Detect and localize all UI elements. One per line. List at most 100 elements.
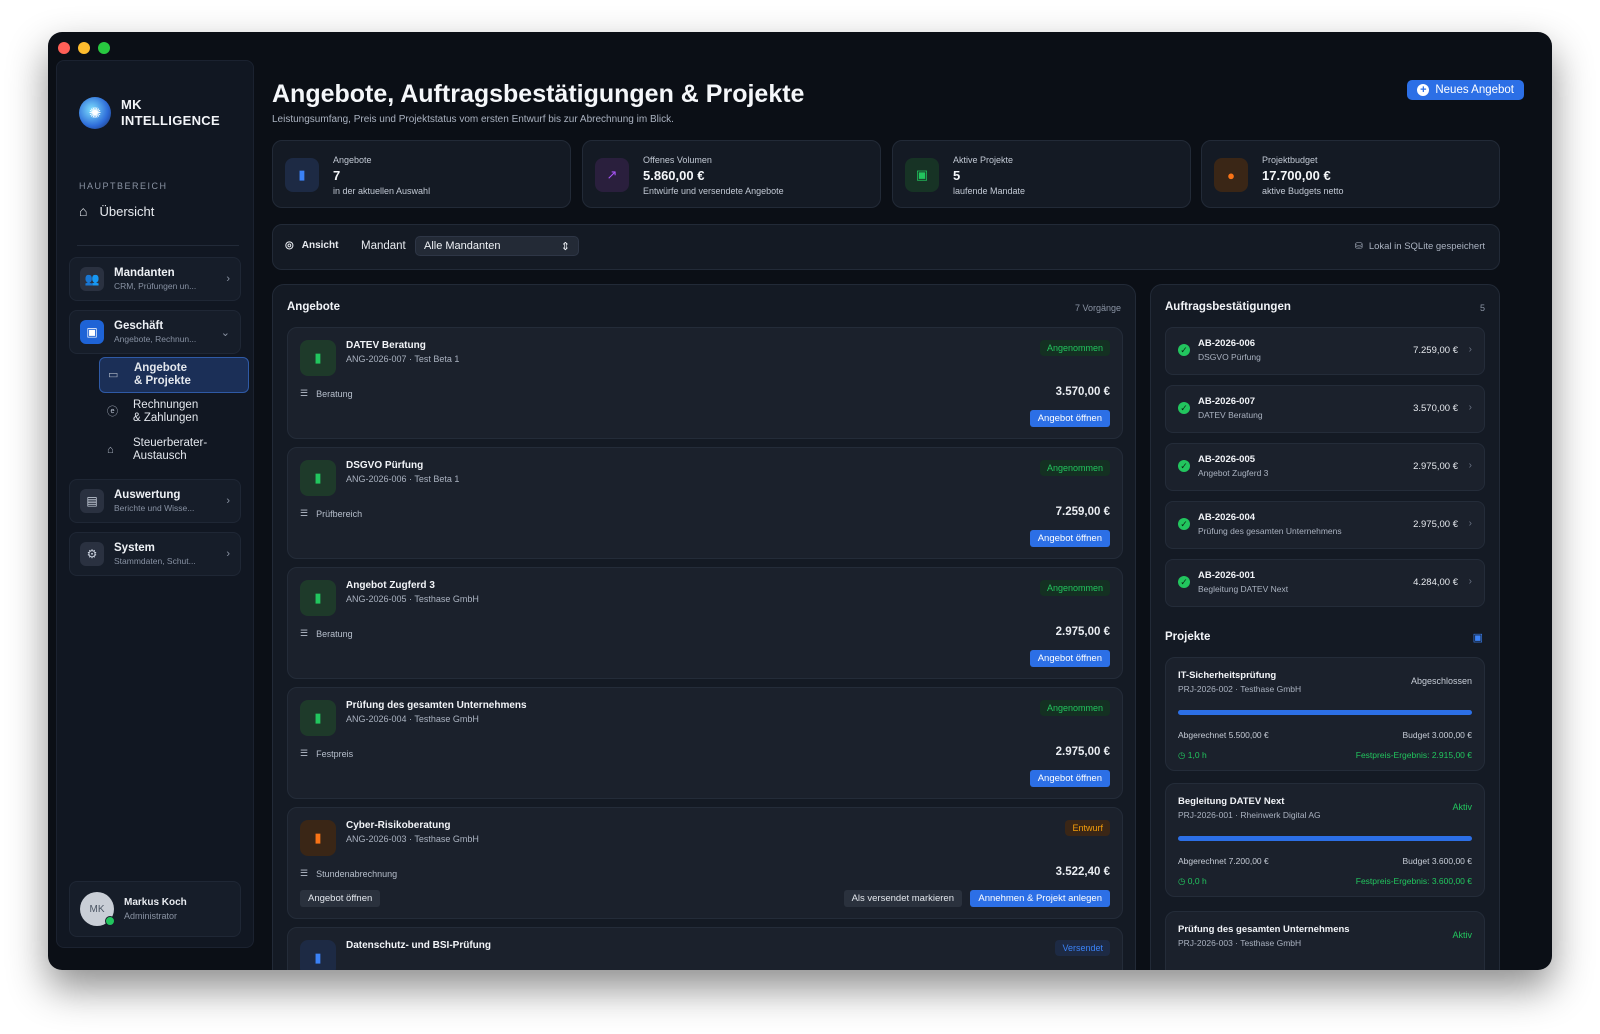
offer-card: ▮ DSGVO Pürfung ANG-2026-006 · Test Beta… [287, 447, 1123, 559]
chevron-right-icon: › [226, 495, 230, 507]
euro-circle-icon: ⓔ [107, 405, 118, 418]
filter-bar: ◎ Ansicht Mandant Alle Mandanten ⇕ ⛁ Lok… [272, 224, 1500, 270]
open-offer-button[interactable]: Angebot öffnen [1029, 650, 1110, 667]
briefcase-icon: ▣ [905, 158, 939, 192]
project-card[interactable]: Prüfung des gesamten Unternehmens PRJ-20… [1165, 911, 1485, 970]
view-toggle[interactable]: ◎ Ansicht [285, 240, 338, 251]
group-title: Geschäft [114, 320, 164, 332]
group-title: Mandanten [114, 267, 175, 279]
stat-card-project-budget: ● Projektbudget 17.700,00 € aktive Budge… [1201, 140, 1500, 208]
eye-icon: ◎ [285, 240, 294, 251]
status-badge: Angenommen [1039, 460, 1110, 476]
client-label: Mandant [361, 240, 406, 252]
open-offer-button[interactable]: Angebot öffnen [1029, 410, 1110, 427]
chevron-right-icon: › [1468, 576, 1472, 587]
sidebar-item-overview[interactable]: ⌂ Übersicht [79, 203, 154, 219]
user-role: Administrator [124, 911, 178, 921]
open-offer-button[interactable]: Angebot öffnen [1029, 530, 1110, 547]
sidebar-group-system[interactable]: ⚙ System Stammdaten, Schut... › [69, 532, 241, 576]
status-badge: Entwurf [1065, 820, 1110, 836]
clock-icon: ◷ [1178, 750, 1186, 760]
confirmation-row[interactable]: ✓ AB-2026-005 Angebot Zugferd 3 2.975,00… [1165, 443, 1485, 491]
document-icon: ▮ [300, 700, 336, 736]
document-icon: ▮ [300, 580, 336, 616]
status-badge: Aktiv [1452, 802, 1472, 812]
list-icon: ☰ [300, 868, 309, 878]
list-icon: ☰ [300, 508, 309, 518]
mark-sent-button[interactable]: Als versendet markieren [843, 890, 962, 907]
chart-icon: ↗ [595, 158, 629, 192]
document-icon: ▮ [300, 340, 336, 376]
offer-amount: 3.522,40 € [1055, 866, 1110, 878]
confirmation-row[interactable]: ✓ AB-2026-004 Prüfung des gesamten Unter… [1165, 501, 1485, 549]
offer-amount: 2.975,00 € [1055, 626, 1110, 638]
sidebar-subitem-rechnungen[interactable]: ⓔ Rechnungen & Zahlungen [99, 399, 247, 425]
chevron-right-icon: › [226, 273, 230, 285]
minimize-window-button[interactable] [78, 42, 90, 54]
offer-card: ▮ Datenschutz- und BSI-Prüfung Versendet [287, 927, 1123, 970]
plus-icon: + [1417, 84, 1430, 96]
progress-bar [1178, 710, 1472, 715]
panel-count: 7 Vorgänge [1074, 303, 1121, 313]
zoom-window-button[interactable] [98, 42, 110, 54]
sidebar-group-mandanten[interactable]: 👥 Mandanten CRM, Prüfungen un... › [69, 257, 241, 301]
client-select[interactable]: Alle Mandanten ⇕ [415, 236, 579, 256]
accept-create-project-button[interactable]: Annehmen & Projekt anlegen [970, 890, 1110, 907]
document-icon: ▮ [300, 940, 336, 970]
projects-title: Projekte [1165, 631, 1211, 643]
briefcase-icon: ▣ [80, 320, 104, 344]
project-card[interactable]: Begleitung DATEV Next PRJ-2026-001 · Rhe… [1165, 783, 1485, 897]
updown-chevron-icon: ⇕ [560, 240, 570, 253]
app-window: ✺ MK INTELLIGENCE HAUPTBEREICH ⌂ Übersic… [48, 32, 1552, 970]
status-badge: Versendet [1055, 940, 1110, 956]
sidebar-subitem-angebote[interactable]: ▭ Angebote & Projekte [99, 357, 249, 393]
group-title: Auswertung [114, 489, 181, 501]
document-icon: ▮ [300, 820, 336, 856]
bank-icon: ⌂ [107, 443, 114, 456]
check-circle-icon: ✓ [1178, 460, 1190, 472]
open-offer-button[interactable]: Angebot öffnen [1029, 770, 1110, 787]
check-circle-icon: ✓ [1178, 402, 1190, 414]
online-status-dot [105, 916, 115, 926]
stat-card-offers: ▮ Angebote 7 in der aktuellen Auswahl [272, 140, 571, 208]
offer-card: ▮ DATEV Beratung ANG-2026-007 · Test Bet… [287, 327, 1123, 439]
confirmations-panel: Auftragsbestätigungen 5 ✓ AB-2026-006 DS… [1150, 284, 1500, 970]
chevron-down-icon: ⌄ [220, 326, 230, 339]
confirmation-row[interactable]: ✓ AB-2026-007 DATEV Beratung 3.570,00 € … [1165, 385, 1485, 433]
brand-line-2: INTELLIGENCE [121, 113, 220, 128]
euro-icon: ● [1214, 158, 1248, 192]
page-title: Angebote, Auftragsbestätigungen & Projek… [272, 80, 805, 108]
document-icon: ▮ [300, 460, 336, 496]
panel-title: Auftragsbestätigungen [1165, 301, 1291, 313]
confirmation-row[interactable]: ✓ AB-2026-006 DSGVO Pürfung 7.259,00 € › [1165, 327, 1485, 375]
page-subtitle: Leistungsumfang, Preis und Projektstatus… [272, 114, 674, 125]
offer-amount: 7.259,00 € [1055, 506, 1110, 518]
status-badge: Aktiv [1452, 930, 1472, 940]
list-icon: ☰ [300, 388, 309, 398]
sidebar-group-auswertung[interactable]: ▤ Auswertung Berichte und Wisse... › [69, 479, 241, 523]
sidebar: ✺ MK INTELLIGENCE HAUPTBEREICH ⌂ Übersic… [56, 60, 254, 948]
users-icon: 👥 [80, 267, 104, 291]
sidebar-group-geschaeft[interactable]: ▣ Geschäft Angebote, Rechnun... ⌄ [69, 310, 241, 354]
avatar: MK [80, 892, 115, 926]
close-window-button[interactable] [58, 42, 70, 54]
group-subtitle: CRM, Prüfungen un... [114, 281, 197, 291]
brain-logo-icon: ✺ [79, 97, 111, 129]
briefcase-icon: ▣ [1472, 632, 1483, 644]
open-offer-button[interactable]: Angebot öffnen [300, 890, 381, 907]
confirmation-row[interactable]: ✓ AB-2026-001 Begleitung DATEV Next 4.28… [1165, 559, 1485, 607]
chevron-right-icon: › [1468, 460, 1472, 471]
database-icon: ⛁ [1354, 241, 1363, 252]
stat-card-open-volume: ↗ Offenes Volumen 5.860,00 € Entwürfe un… [582, 140, 881, 208]
chevron-right-icon: › [1468, 402, 1472, 413]
offer-amount: 3.570,00 € [1055, 386, 1110, 398]
brand-line-1: MK [121, 97, 142, 112]
group-subtitle: Angebote, Rechnun... [114, 334, 197, 344]
offer-card: ▮ Prüfung des gesamten Unternehmens ANG-… [287, 687, 1123, 799]
progress-bar [1178, 836, 1472, 841]
sidebar-subitem-steuerberater[interactable]: ⌂ Steuerberater- Austausch [99, 437, 247, 463]
new-offer-button[interactable]: + Neues Angebot [1407, 80, 1524, 100]
project-card[interactable]: IT-Sicherheitsprüfung PRJ-2026-002 · Tes… [1165, 657, 1485, 771]
chevron-right-icon: › [1468, 344, 1472, 355]
user-profile[interactable]: MK Markus Koch Administrator [69, 881, 241, 937]
